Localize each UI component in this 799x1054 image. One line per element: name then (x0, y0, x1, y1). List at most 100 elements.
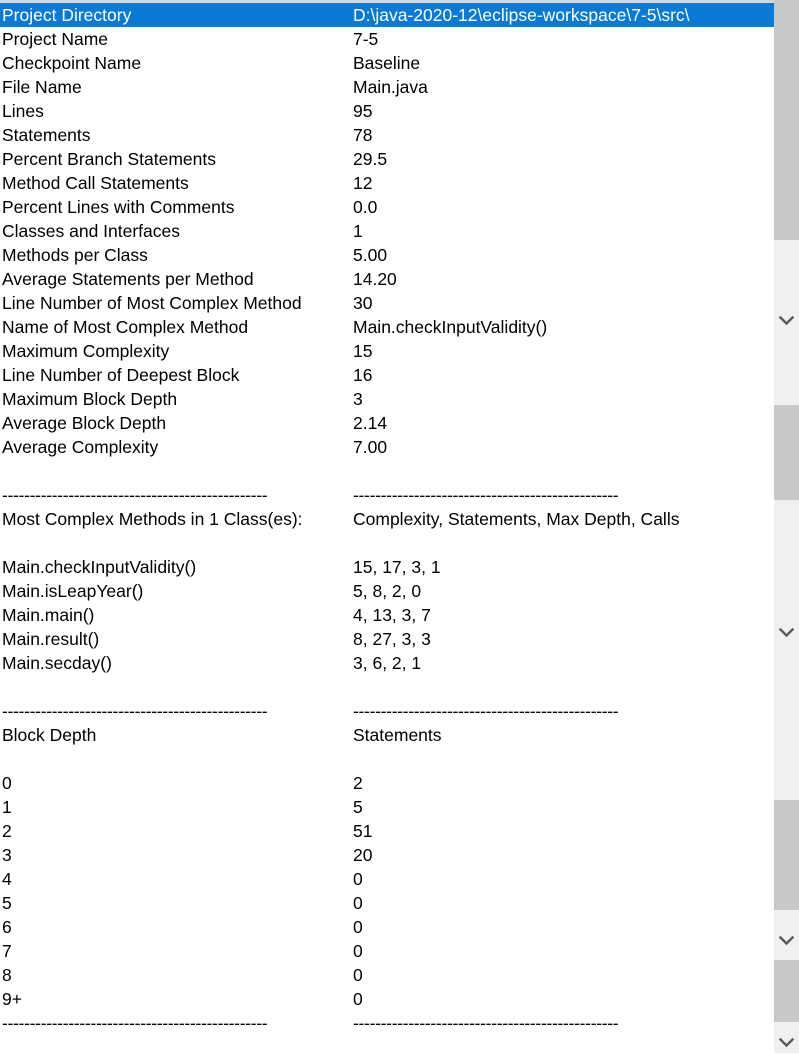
metric-label: Project Name (2, 29, 109, 49)
block-depth-statements: 20 (353, 845, 373, 865)
block-depth-statements: 0 (353, 989, 363, 1009)
table-row[interactable]: Main.main() 4, 13, 3, 7 (0, 603, 774, 627)
metric-value: Main.java (353, 77, 428, 97)
scrollbar-thumb[interactable] (774, 405, 799, 500)
metric-value: Main.checkInputValidity() (353, 317, 548, 337)
method-name: Main.isLeapYear() (2, 581, 144, 601)
metric-label: Name of Most Complex Method (2, 317, 249, 337)
metric-value: 1 (353, 221, 363, 241)
metric-label: Line Number of Deepest Block (2, 365, 240, 385)
table-row[interactable]: 2 51 (0, 819, 774, 843)
table-row[interactable]: Main.secday() 3, 6, 2, 1 (0, 651, 774, 675)
table-row[interactable]: Main.isLeapYear() 5, 8, 2, 0 (0, 579, 774, 603)
method-name: Main.result() (2, 629, 100, 649)
divider-right: ----------------------------------------… (353, 485, 619, 505)
chevron-down-icon[interactable] (774, 310, 799, 332)
metric-value: 30 (353, 293, 373, 313)
table-row[interactable]: Lines 95 (0, 99, 774, 123)
block-depth-statements: 0 (353, 965, 363, 985)
table-row[interactable]: 0 2 (0, 771, 774, 795)
table-row[interactable]: Name of Most Complex Method Main.checkIn… (0, 315, 774, 339)
metric-value: 12 (353, 173, 373, 193)
method-metrics: 5, 8, 2, 0 (353, 581, 422, 601)
table-row[interactable]: Main.result() 8, 27, 3, 3 (0, 627, 774, 651)
metric-value: D:\java-2020-12\eclipse-workspace\7-5\sr… (353, 5, 690, 25)
metric-label: Average Block Depth (2, 413, 167, 433)
metric-label: Methods per Class (2, 245, 148, 265)
block-depth-header-label: Block Depth (2, 725, 97, 745)
chevron-down-icon[interactable] (774, 1032, 799, 1054)
metric-value: 78 (353, 125, 373, 145)
scrollbar-thumb[interactable] (774, 0, 799, 240)
metric-label: Maximum Complexity (2, 341, 170, 361)
table-row[interactable]: Method Call Statements 12 (0, 171, 774, 195)
table-row[interactable]: Maximum Block Depth 3 (0, 387, 774, 411)
block-depth-header: Block Depth Statements (0, 723, 774, 747)
metric-value: 2.14 (353, 413, 388, 433)
metric-label: Classes and Interfaces (2, 221, 181, 241)
block-depth-level: 4 (2, 869, 12, 889)
metric-value: 15 (353, 341, 373, 361)
block-depth-header-value: Statements (353, 725, 442, 745)
table-row[interactable]: Classes and Interfaces 1 (0, 219, 774, 243)
table-row[interactable]: Main.checkInputValidity() 15, 17, 3, 1 (0, 555, 774, 579)
table-row[interactable]: File Name Main.java (0, 75, 774, 99)
table-row[interactable]: Project Name 7-5 (0, 27, 774, 51)
complex-methods-header-label: Most Complex Methods in 1 Class(es): (2, 509, 303, 529)
table-row[interactable]: Line Number of Most Complex Method 30 (0, 291, 774, 315)
scrollbar-thumb[interactable] (774, 960, 799, 1022)
table-row[interactable]: 1 5 (0, 795, 774, 819)
table-row[interactable]: Line Number of Deepest Block 16 (0, 363, 774, 387)
metric-value: 29.5 (353, 149, 388, 169)
table-row[interactable]: Methods per Class 5.00 (0, 243, 774, 267)
block-depth-statements: 0 (353, 893, 363, 913)
table-row[interactable]: Maximum Complexity 15 (0, 339, 774, 363)
table-row[interactable]: Percent Lines with Comments 0.0 (0, 195, 774, 219)
table-row[interactable]: Statements 78 (0, 123, 774, 147)
table-row[interactable]: Checkpoint Name Baseline (0, 51, 774, 75)
metric-label: Average Complexity (2, 437, 159, 457)
block-depth-level: 5 (2, 893, 12, 913)
block-depth-statements: 0 (353, 941, 363, 961)
table-row[interactable]: Average Block Depth 2.14 (0, 411, 774, 435)
table-row[interactable]: Project Directory D:\java-2020-12\eclips… (0, 3, 774, 27)
scrollbar-column[interactable] (774, 0, 799, 1053)
metric-label: Maximum Block Depth (2, 389, 178, 409)
divider-right: ----------------------------------------… (353, 701, 619, 721)
metric-label: Average Statements per Method (2, 269, 254, 289)
metric-value: 16 (353, 365, 373, 385)
divider-left: ----------------------------------------… (2, 485, 268, 505)
chevron-down-icon[interactable] (774, 622, 799, 644)
metric-label: Lines (2, 101, 44, 121)
complex-methods-header: Most Complex Methods in 1 Class(es): Com… (0, 507, 774, 531)
method-metrics: 3, 6, 2, 1 (353, 653, 422, 673)
table-row[interactable]: Percent Branch Statements 29.5 (0, 147, 774, 171)
metrics-report-pane[interactable]: Project Directory D:\java-2020-12\eclips… (0, 3, 774, 1053)
scrollbar-thumb[interactable] (774, 800, 799, 910)
metric-label: Line Number of Most Complex Method (2, 293, 302, 313)
table-row[interactable]: 3 20 (0, 843, 774, 867)
block-depth-level: 8 (2, 965, 12, 985)
block-depth-level: 3 (2, 845, 12, 865)
table-row[interactable]: 6 0 (0, 915, 774, 939)
table-row[interactable]: Average Complexity 7.00 (0, 435, 774, 459)
table-row[interactable]: 8 0 (0, 963, 774, 987)
table-row[interactable]: Average Statements per Method 14.20 (0, 267, 774, 291)
table-row[interactable]: 4 0 (0, 867, 774, 891)
method-metrics: 15, 17, 3, 1 (353, 557, 441, 577)
block-depth-level: 1 (2, 797, 12, 817)
block-depth-level: 2 (2, 821, 12, 841)
metric-value: 14.20 (353, 269, 397, 289)
table-row[interactable]: 9+ 0 (0, 987, 774, 1011)
chevron-down-icon[interactable] (774, 930, 799, 952)
metric-label: Statements (2, 125, 91, 145)
metric-label: File Name (2, 77, 82, 97)
table-row[interactable]: 7 0 (0, 939, 774, 963)
metric-label: Method Call Statements (2, 173, 189, 193)
metric-value: Baseline (353, 53, 421, 73)
table-row[interactable]: 5 0 (0, 891, 774, 915)
